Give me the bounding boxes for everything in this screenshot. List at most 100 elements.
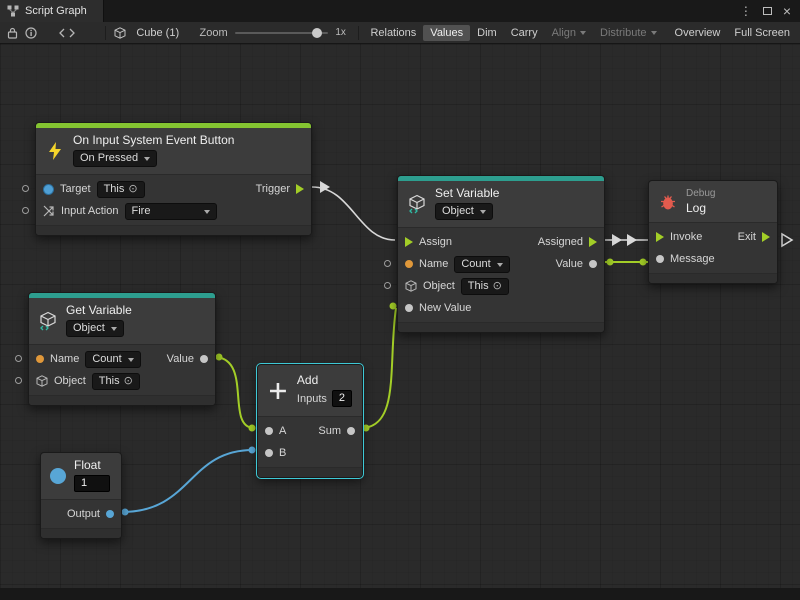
kebab-menu-icon[interactable]: ⋮ — [740, 5, 752, 17]
target-icon: ⊙ — [493, 279, 502, 294]
wire-exit-arrow[interactable] — [782, 234, 792, 246]
input-action-icon — [43, 205, 55, 217]
zoom-slider[interactable] — [235, 32, 329, 34]
port-label: Value — [167, 353, 194, 365]
inputs-count-field[interactable]: 2 — [332, 390, 352, 407]
row-message: Message — [649, 248, 777, 270]
lock-icon[interactable] — [3, 24, 21, 42]
float-value-field[interactable]: 1 — [74, 475, 110, 492]
output-port[interactable] — [106, 510, 114, 518]
name-port-dot[interactable] — [36, 355, 44, 363]
node-footer — [29, 396, 215, 405]
chevron-down-icon — [497, 263, 503, 270]
zoom-slider-handle[interactable] — [312, 28, 322, 38]
node-on-input-system-event-button[interactable]: On Input System Event Button On Pressed … — [35, 122, 312, 236]
b-input-port[interactable] — [265, 449, 273, 457]
exit-output-port[interactable] — [762, 232, 770, 242]
variable-name-dropdown[interactable]: Count — [85, 351, 140, 368]
value-output-port[interactable] — [589, 260, 597, 268]
event-mode-dropdown[interactable]: On Pressed — [73, 150, 157, 167]
input-action-port[interactable] — [22, 207, 29, 214]
inputs-label: Inputs — [297, 393, 327, 405]
maximize-icon[interactable] — [763, 7, 772, 15]
toolbar-divider — [105, 26, 106, 40]
value-output-port[interactable] — [200, 355, 208, 363]
node-float-literal[interactable]: Float 1 Output — [40, 452, 122, 539]
wire-assigned-to-invoke[interactable] — [605, 234, 648, 246]
wire-value-to-message[interactable] — [605, 259, 648, 266]
row-b: B — [258, 442, 362, 464]
object-self-chip[interactable]: This⊙ — [92, 373, 140, 390]
input-action-dropdown[interactable]: Fire — [125, 203, 217, 220]
align-button[interactable]: Align — [545, 25, 593, 41]
port-label: Object — [423, 280, 455, 292]
node-debug-log[interactable]: Debug Log Invoke Exit Message — [648, 180, 778, 284]
full-screen-button[interactable]: Full Screen — [727, 25, 797, 41]
values-button[interactable]: Values — [423, 25, 470, 41]
trigger-output-port[interactable] — [296, 184, 304, 194]
port-label: Target — [60, 183, 91, 195]
node-set-variable[interactable]: Set Variable Object Assign Assigned Name… — [397, 175, 605, 333]
port-label: Name — [419, 258, 448, 270]
name-input-port[interactable] — [15, 355, 22, 362]
name-port-dot[interactable] — [405, 260, 413, 268]
port-label: Output — [67, 508, 100, 520]
plus-icon — [267, 380, 289, 402]
dim-button[interactable]: Dim — [470, 25, 504, 41]
window-buttons: ⋮ × — [740, 4, 800, 18]
node-add[interactable]: Add Inputs 2 A Sum B — [257, 364, 363, 478]
chevron-down-icon — [111, 327, 117, 334]
variable-scope-dropdown[interactable]: Object — [435, 203, 493, 220]
wire-float-to-add-b[interactable] — [122, 447, 256, 516]
target-self-chip[interactable]: This⊙ — [97, 181, 145, 198]
row-invoke: Invoke Exit — [649, 226, 777, 248]
unity-visual-scripting-window: Script Graph ⋮ × Cube (1) Zoom 1x Rel — [0, 0, 800, 600]
node-title: Add — [297, 374, 318, 387]
graph-target-label[interactable]: Cube (1) — [129, 25, 186, 41]
sum-output-port[interactable] — [347, 427, 355, 435]
row-output: Output — [41, 503, 121, 525]
node-get-variable[interactable]: Get Variable Object Name Count Value — [28, 292, 216, 406]
variable-name-dropdown[interactable]: Count — [454, 256, 509, 273]
object-input-port[interactable] — [384, 282, 391, 289]
name-input-port[interactable] — [384, 260, 391, 267]
invoke-input-port[interactable] — [656, 232, 664, 242]
collapse-sidebars-icon[interactable] — [58, 24, 76, 42]
close-icon[interactable]: × — [783, 4, 791, 18]
object-cube-icon — [405, 280, 417, 292]
assign-input-port[interactable] — [405, 237, 413, 247]
row-object: Object This⊙ — [29, 370, 215, 392]
toolbar-divider — [358, 26, 359, 40]
chevron-down-icon — [128, 358, 134, 365]
a-input-port[interactable] — [265, 427, 273, 435]
overview-button[interactable]: Overview — [668, 25, 728, 41]
graph-canvas[interactable]: On Input System Event Button On Pressed … — [0, 44, 800, 588]
port-label: A — [279, 425, 286, 437]
wire-trigger-to-assign[interactable] — [312, 181, 395, 240]
bug-icon — [658, 192, 678, 212]
assigned-output-port[interactable] — [589, 237, 597, 247]
wire-sum-to-newvalue[interactable] — [363, 303, 397, 432]
distribute-button[interactable]: Distribute — [593, 25, 663, 41]
lightning-icon — [45, 141, 65, 161]
row-object: Object This⊙ — [398, 275, 604, 297]
new-value-input-port[interactable] — [405, 304, 413, 312]
relations-button[interactable]: Relations — [363, 25, 423, 41]
row-target: Target This⊙ Trigger — [36, 178, 311, 200]
message-input-port[interactable] — [656, 255, 664, 263]
wire-getvalue-to-add-a[interactable] — [216, 354, 256, 432]
target-input-port[interactable] — [22, 185, 29, 192]
object-input-port[interactable] — [15, 377, 22, 384]
node-footer — [41, 529, 121, 538]
row-new-value: New Value — [398, 297, 604, 319]
script-graph-icon — [7, 5, 19, 17]
tab-script-graph[interactable]: Script Graph — [0, 0, 104, 22]
carry-button[interactable]: Carry — [504, 25, 545, 41]
chevron-down-icon — [580, 31, 586, 38]
variable-scope-dropdown[interactable]: Object — [66, 320, 124, 337]
port-label: B — [279, 447, 286, 459]
info-icon[interactable] — [21, 24, 39, 42]
row-assign: Assign Assigned — [398, 231, 604, 253]
port-label: Name — [50, 353, 79, 365]
object-self-chip[interactable]: This⊙ — [461, 278, 509, 295]
